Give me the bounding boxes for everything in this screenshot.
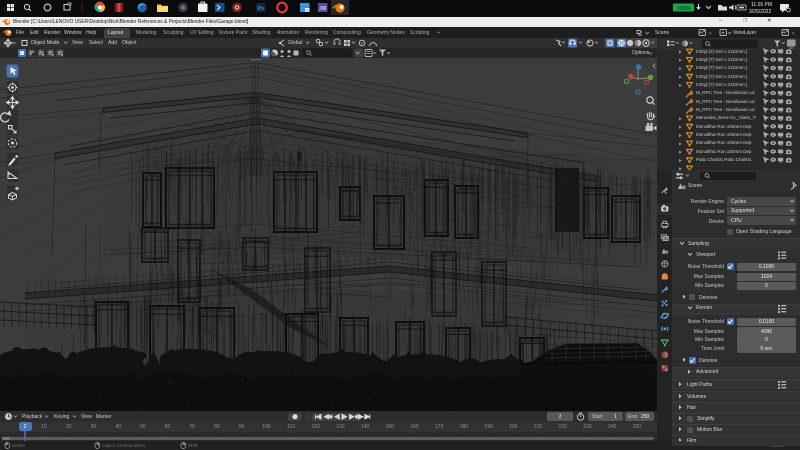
svg-text:100%: 100% [677, 6, 691, 12]
svg-text:✕: ✕ [791, 31, 795, 37]
svg-text:Ps: Ps [257, 6, 264, 12]
svg-text:10: 10 [305, 8, 309, 12]
svg-text:✕: ✕ [708, 31, 712, 37]
svg-text:JW: JW [319, 6, 327, 12]
